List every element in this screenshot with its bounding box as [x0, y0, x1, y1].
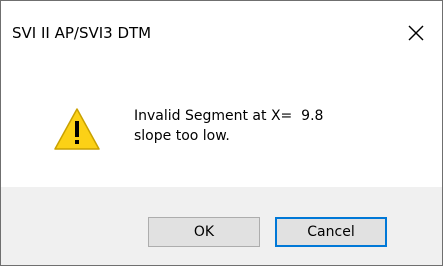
title-bar: SVI II AP/SVI3 DTM — [1, 1, 442, 67]
message-dialog: SVI II AP/SVI3 DTM Invalid Segment at X=… — [0, 0, 443, 266]
dialog-content: Invalid Segment at X= 9.8 slope too low. — [1, 67, 442, 187]
message-text: Invalid Segment at X= 9.8 slope too low. — [134, 106, 323, 146]
close-icon — [408, 25, 424, 41]
message-line-1: Invalid Segment at X= 9.8 — [134, 108, 324, 124]
warning-icon — [54, 108, 100, 150]
cancel-button[interactable]: Cancel — [275, 217, 387, 247]
ok-button[interactable]: OK — [148, 217, 260, 247]
message-line-2: slope too low. — [134, 128, 230, 144]
close-button[interactable] — [396, 13, 436, 53]
button-bar: OK Cancel — [1, 187, 442, 265]
window-title: SVI II AP/SVI3 DTM — [12, 24, 152, 42]
